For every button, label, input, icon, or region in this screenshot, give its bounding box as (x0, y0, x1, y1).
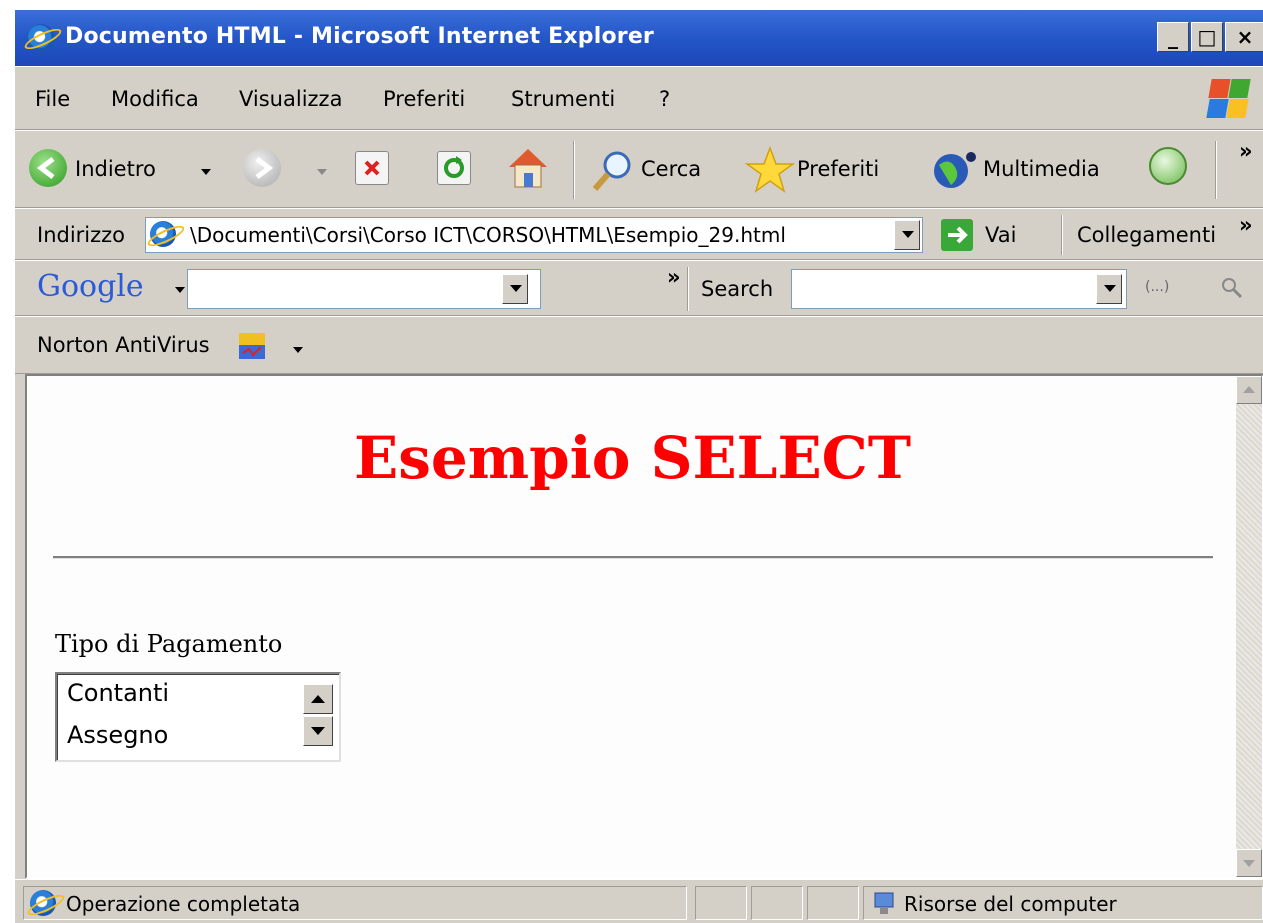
links-overflow-chevron[interactable]: » (1239, 213, 1253, 237)
option-assegno[interactable]: Assegno (67, 720, 168, 750)
menu-help[interactable]: ? (659, 87, 670, 111)
close-button[interactable]: × (1225, 22, 1263, 52)
google-search-input[interactable] (187, 269, 541, 309)
stop-icon[interactable] (355, 151, 389, 185)
google-toolbar: Google » Search (...) (15, 260, 1263, 316)
standard-toolbar: Indietro Cerca Preferiti Multimedia » (15, 130, 1263, 208)
second-search-dropdown[interactable] (1096, 274, 1122, 304)
search-options-icon[interactable]: (...) (1145, 279, 1169, 295)
address-label: Indirizzo (37, 223, 126, 247)
home-icon[interactable] (505, 145, 551, 196)
status-ie-icon (30, 890, 56, 916)
forward-arrow-icon[interactable] (243, 149, 281, 187)
menu-bar: File Modifica Visualizza Preferiti Strum… (15, 66, 1263, 130)
norton-toolbar: Norton AntiVirus (15, 316, 1263, 374)
menu-preferiti[interactable]: Preferiti (383, 87, 465, 111)
zone-panel: Risorse del computer (863, 886, 1263, 920)
address-input[interactable]: \Documenti\Corsi\Corso ICT\CORSO\HTML\Es… (190, 223, 786, 247)
address-separator (1061, 215, 1063, 255)
menu-file[interactable]: File (35, 87, 70, 111)
browser-window: Documento HTML - Microsoft Internet Expl… (14, 10, 1263, 923)
window-title: Documento HTML - Microsoft Internet Expl… (65, 24, 654, 49)
vertical-scrollbar[interactable] (1236, 376, 1262, 877)
address-combo[interactable]: \Documenti\Corsi\Corso ICT\CORSO\HTML\Es… (145, 217, 923, 253)
search-button-label[interactable]: Cerca (641, 157, 701, 181)
links-label[interactable]: Collegamenti (1077, 223, 1216, 247)
norton-label[interactable]: Norton AntiVirus (37, 333, 210, 357)
toolbar-separator (573, 141, 575, 199)
magnifier-icon[interactable] (1219, 275, 1245, 306)
media-button-label[interactable]: Multimedia (983, 157, 1100, 181)
go-arrow-icon[interactable] (941, 219, 973, 251)
google-menu-arrow-icon[interactable] (175, 287, 185, 293)
page-viewport: Esempio SELECT Tipo di Pagamento Contant… (25, 374, 1263, 879)
option-contanti[interactable]: Contanti (67, 678, 169, 708)
history-clock-icon[interactable] (1149, 147, 1187, 185)
menu-visualizza[interactable]: Visualizza (239, 87, 342, 111)
status-bar: Operazione completata Risorse del comput… (15, 879, 1263, 923)
address-dropdown-button[interactable] (894, 220, 920, 250)
back-dropdown-arrow-icon[interactable] (201, 169, 211, 175)
title-bar[interactable]: Documento HTML - Microsoft Internet Expl… (15, 10, 1263, 66)
scroll-down-button[interactable] (1236, 849, 1262, 877)
toolbar-separator-2 (1215, 141, 1217, 199)
go-button-label[interactable]: Vai (985, 223, 1016, 247)
windows-logo-icon (1206, 75, 1251, 121)
google-overflow-chevron[interactable]: » (667, 265, 681, 289)
status-panel-2 (695, 886, 747, 920)
refresh-icon[interactable] (437, 151, 471, 185)
list-scroll-up-button[interactable] (303, 684, 333, 714)
back-arrow-icon[interactable] (29, 149, 67, 187)
menu-strumenti[interactable]: Strumenti (511, 87, 615, 111)
favorites-star-icon[interactable] (744, 145, 796, 200)
page-ie-icon (150, 221, 176, 247)
payment-type-select[interactable]: Contanti Assegno (55, 672, 341, 762)
ie-logo-icon (27, 24, 55, 52)
minimize-button[interactable]: _ (1157, 22, 1189, 52)
google-separator (687, 267, 689, 311)
computer-zone-icon (872, 891, 896, 922)
status-panel: Operazione completata (23, 886, 687, 920)
scroll-up-button[interactable] (1236, 376, 1262, 404)
back-button-label[interactable]: Indietro (75, 157, 156, 181)
google-logo[interactable]: Google (37, 269, 144, 304)
status-panel-3 (751, 886, 803, 920)
norton-dropdown-arrow-icon[interactable] (293, 347, 303, 353)
maximize-button[interactable]: □ (1191, 22, 1223, 52)
second-search-input[interactable] (791, 269, 1127, 309)
list-scroll-down-button[interactable] (303, 716, 333, 746)
status-text: Operazione completata (66, 892, 301, 916)
address-bar: Indirizzo \Documenti\Corsi\Corso ICT\COR… (15, 208, 1263, 260)
norton-shield-icon[interactable] (237, 331, 267, 366)
payment-type-label: Tipo di Pagamento (55, 630, 283, 658)
status-panel-4 (807, 886, 859, 920)
search-magnifier-icon[interactable] (589, 147, 637, 200)
google-search-dropdown[interactable] (502, 274, 528, 304)
search-label: Search (701, 277, 774, 301)
toolbar-overflow-chevron[interactable]: » (1239, 139, 1253, 163)
menu-modifica[interactable]: Modifica (111, 87, 199, 111)
page-heading: Esempio SELECT (353, 424, 911, 492)
forward-dropdown-arrow-icon[interactable] (317, 169, 327, 175)
horizontal-rule (53, 556, 1213, 559)
media-globe-icon[interactable] (931, 147, 979, 198)
favorites-button-label[interactable]: Preferiti (797, 157, 879, 181)
zone-text: Risorse del computer (904, 892, 1117, 916)
